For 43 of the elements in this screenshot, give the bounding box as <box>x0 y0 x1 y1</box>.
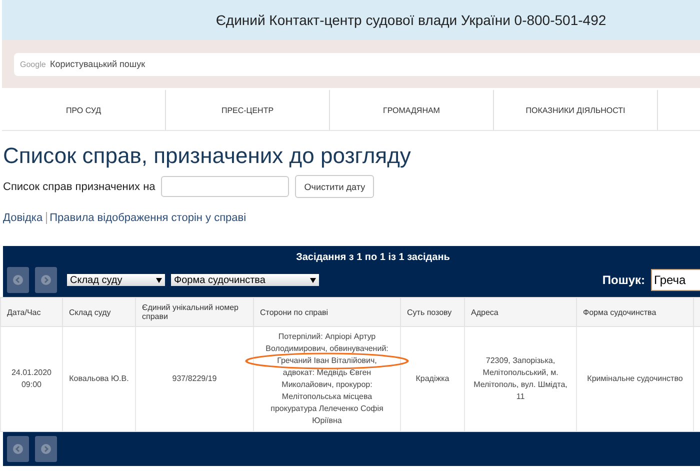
filter-dropdown[interactable]: Форма судочинства <box>171 274 319 286</box>
table-cell: 937/8229/19 <box>136 326 254 432</box>
column-header[interactable]: Єдиний унікальний номер справи <box>136 298 254 326</box>
column-header[interactable]: Дата/Час <box>0 298 62 326</box>
previous-page-button[interactable] <box>7 267 29 293</box>
column-header[interactable]: Сторони по справі <box>254 298 400 326</box>
help-link[interactable]: Довідка <box>3 212 43 224</box>
table-info: Засідання з 1 по 1 із 1 засідань <box>295 251 451 265</box>
nav-item[interactable]: ГРОМАДЯНАМ <box>330 90 494 130</box>
table-cell: Крадіжка <box>400 326 464 432</box>
next-page-button[interactable] <box>35 436 57 462</box>
parties-text: адвокат: Медвідь Євген Миколайович, прокурор: Мелітопольська місцева прокуратура Лелеченко Софія Юріївна <box>270 367 384 427</box>
left-arrow-icon <box>13 444 23 454</box>
rules-link[interactable]: Правила відображення сторін у справі <box>50 212 246 224</box>
column-header[interactable]: Склад суду <box>62 298 136 326</box>
table-cell: 24.01.2020 09:00 <box>0 326 62 432</box>
table-cell: 72309, Запорізька, Мелітопольський, м. Мелітополь, вул. Шмідта, 11 <box>464 326 576 432</box>
search-label: Пошук: <box>602 273 645 287</box>
date-field[interactable] <box>161 176 290 197</box>
table-cell: Ковальова Ю.В. <box>62 326 136 432</box>
caret-icon <box>310 278 316 282</box>
page-title: Список справ, призначених до розгляду <box>3 143 412 169</box>
next-page-button[interactable] <box>35 267 57 293</box>
date-label: Список справ призначених на <box>3 180 156 192</box>
column-header[interactable]: Суть позову <box>400 298 464 326</box>
right-arrow-icon <box>41 275 51 285</box>
nav-item[interactable]: ПОКАЗНИКИ ДІЯЛЬНОСТІ <box>494 90 658 130</box>
filter-dropdown[interactable]: Склад суду <box>67 274 165 286</box>
nav-item[interactable]: ПРЕС-ЦЕНТР <box>166 90 330 130</box>
parties-text: Потерпілий: Апріорі Артур Володимирович, обвинувачений: <box>264 331 390 355</box>
hotline-title: Єдиний Контакт-центр судової влади України 0-800-501-492 <box>216 12 606 28</box>
clear-date-button[interactable]: Очистити дату <box>295 175 374 198</box>
table-cell: Кримінальне судочинство <box>576 326 694 432</box>
column-header[interactable]: Форма судочинства <box>576 298 694 326</box>
parties-text: Гречаний Іван Віталійович, <box>258 355 396 367</box>
google-label: Google <box>20 60 46 68</box>
table-search-field[interactable]: Греча <box>651 269 700 291</box>
column-header[interactable]: Адреса <box>464 298 576 326</box>
caret-icon <box>156 278 162 282</box>
previous-page-button[interactable] <box>7 436 29 462</box>
right-arrow-icon <box>41 444 51 454</box>
left-arrow-icon <box>13 275 23 285</box>
nav-item[interactable]: ПРО СУД <box>2 90 166 130</box>
